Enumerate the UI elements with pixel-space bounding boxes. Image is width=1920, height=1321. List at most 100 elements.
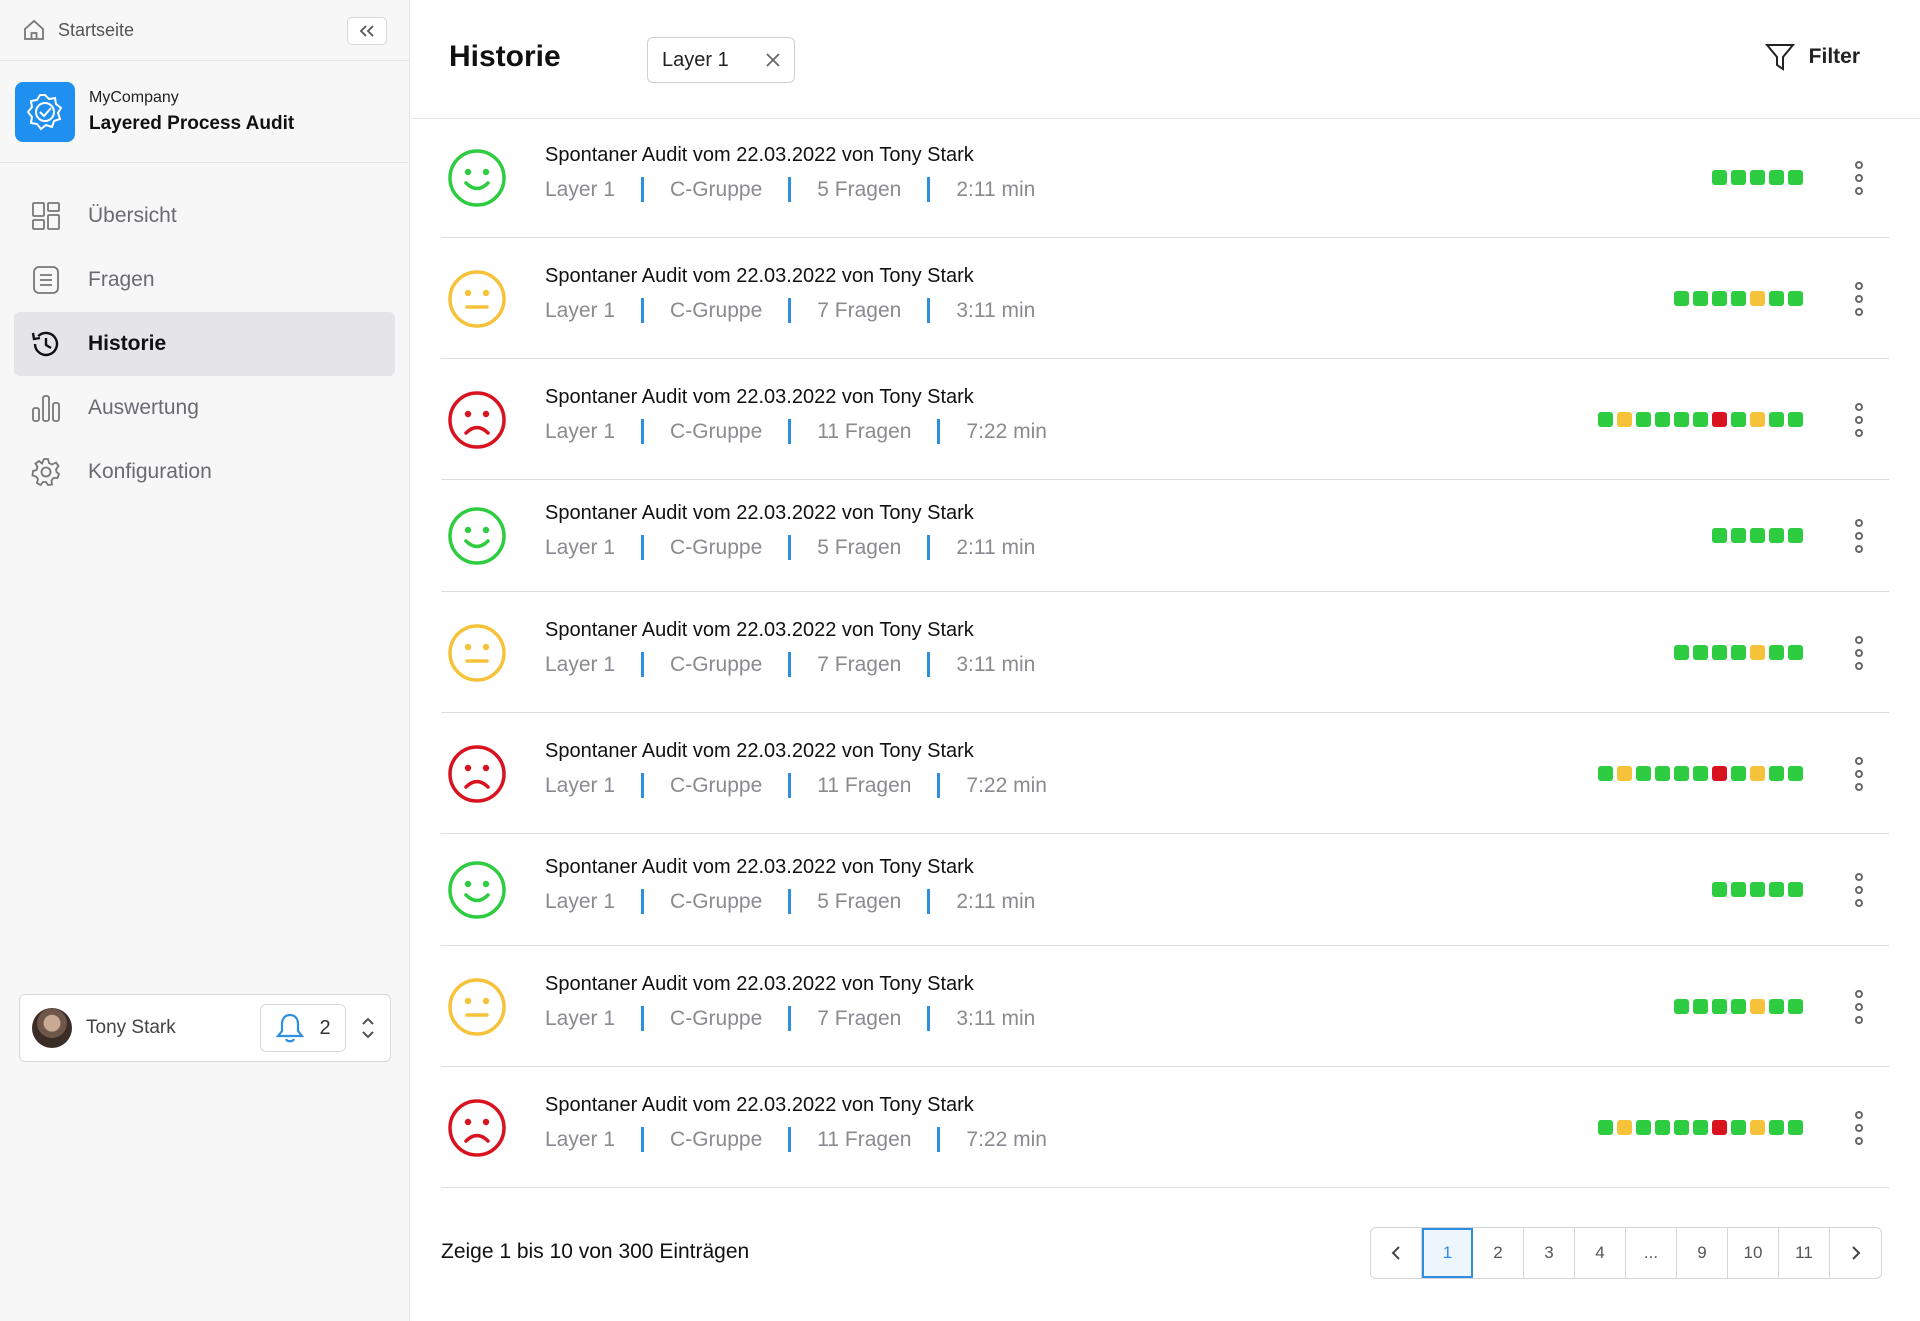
score-dot xyxy=(1674,412,1689,427)
more-options-icon[interactable] xyxy=(1851,757,1867,791)
score-dot xyxy=(1769,170,1784,185)
previous-page-button[interactable] xyxy=(1371,1228,1422,1278)
close-icon[interactable] xyxy=(766,53,780,67)
bell-icon xyxy=(276,1013,305,1043)
audit-duration: 2:11 min xyxy=(956,177,1036,201)
score-dot xyxy=(1655,1120,1670,1135)
audit-title: Spontaner Audit vom 22.03.2022 von Tony … xyxy=(545,386,974,408)
divider xyxy=(788,652,792,677)
next-page-button[interactable] xyxy=(1830,1228,1881,1278)
audit-meta: Layer 1 C-Gruppe 11 Fragen 7:22 min xyxy=(545,419,1047,444)
app-name: Layered Process Audit xyxy=(89,112,295,134)
score-dot xyxy=(1674,999,1689,1014)
audit-group: C-Gruppe xyxy=(670,889,763,913)
page-button[interactable]: 9 xyxy=(1677,1228,1728,1278)
audit-meta: Layer 1 C-Gruppe 5 Fragen 2:11 min xyxy=(545,889,1035,914)
score-dot xyxy=(1788,170,1803,185)
filter-button[interactable]: Filter xyxy=(1764,42,1860,72)
grid-icon xyxy=(30,200,62,232)
happy-face-icon xyxy=(447,506,507,566)
audit-duration: 7:22 min xyxy=(966,419,1047,443)
sidebar-item-auswertung[interactable]: Auswertung xyxy=(14,376,395,440)
page-button[interactable]: ... xyxy=(1626,1228,1677,1278)
audit-meta: Layer 1 C-Gruppe 7 Fragen 3:11 min xyxy=(545,652,1035,677)
score-dot xyxy=(1788,645,1803,660)
sidebar-item-fragen[interactable]: Fragen xyxy=(14,248,395,312)
happy-face-icon xyxy=(447,148,507,208)
notifications-button[interactable]: 2 xyxy=(260,1004,346,1052)
score-dot xyxy=(1674,1120,1689,1135)
score-dot xyxy=(1712,528,1727,543)
score-dot xyxy=(1750,291,1765,306)
score-dot xyxy=(1693,291,1708,306)
more-options-icon[interactable] xyxy=(1851,1111,1867,1145)
divider xyxy=(937,419,941,444)
audit-row[interactable]: Spontaner Audit vom 22.03.2022 von Tony … xyxy=(441,946,1889,1067)
sidebar-item-übersicht[interactable]: Übersicht xyxy=(14,184,395,248)
audit-group: C-Gruppe xyxy=(670,773,763,797)
audit-row[interactable]: Spontaner Audit vom 22.03.2022 von Tony … xyxy=(441,713,1889,834)
score-dot xyxy=(1750,882,1765,897)
audit-info: Spontaner Audit vom 22.03.2022 von Tony … xyxy=(545,265,1035,323)
score-dot xyxy=(1655,766,1670,781)
divider xyxy=(641,1127,645,1152)
divider xyxy=(927,889,931,914)
audit-questions: 5 Fragen xyxy=(817,177,902,201)
audit-meta: Layer 1 C-Gruppe 5 Fragen 2:11 min xyxy=(545,535,1035,560)
page-button[interactable]: 1 xyxy=(1422,1228,1473,1278)
answer-score-indicator xyxy=(1674,645,1803,660)
answer-score-indicator xyxy=(1674,291,1803,306)
collapse-sidebar-button[interactable] xyxy=(347,17,387,45)
score-dot xyxy=(1674,291,1689,306)
audit-meta: Layer 1 C-Gruppe 7 Fragen 3:11 min xyxy=(545,1006,1035,1031)
score-dot xyxy=(1788,412,1803,427)
divider xyxy=(788,1127,792,1152)
audit-row[interactable]: Spontaner Audit vom 22.03.2022 von Tony … xyxy=(441,834,1889,946)
audit-info: Spontaner Audit vom 22.03.2022 von Tony … xyxy=(545,502,1035,560)
home-link[interactable]: Startseite xyxy=(0,0,409,61)
score-dot xyxy=(1731,412,1746,427)
answer-score-indicator xyxy=(1598,766,1803,781)
more-options-icon[interactable] xyxy=(1851,990,1867,1024)
score-dot xyxy=(1750,412,1765,427)
entries-summary: Zeige 1 bis 10 von 300 Einträgen xyxy=(441,1240,750,1263)
answer-score-indicator xyxy=(1712,170,1803,185)
filter-icon xyxy=(1764,44,1795,71)
audit-row[interactable]: Spontaner Audit vom 22.03.2022 von Tony … xyxy=(441,118,1889,238)
audit-layer: Layer 1 xyxy=(545,535,616,559)
divider xyxy=(788,298,792,323)
main-navigation: Übersicht Fragen Historie Auswertung Konfigu… xyxy=(0,163,409,504)
score-dot xyxy=(1731,1120,1746,1135)
score-dot xyxy=(1617,1120,1632,1135)
audit-info: Spontaner Audit vom 22.03.2022 von Tony … xyxy=(545,740,1047,798)
more-options-icon[interactable] xyxy=(1851,636,1867,670)
audit-row[interactable]: Spontaner Audit vom 22.03.2022 von Tony … xyxy=(441,480,1889,592)
audit-row[interactable]: Spontaner Audit vom 22.03.2022 von Tony … xyxy=(441,592,1889,713)
audit-questions: 11 Fragen xyxy=(817,1127,912,1151)
more-options-icon[interactable] xyxy=(1851,519,1867,553)
gear-icon xyxy=(30,456,62,488)
more-options-icon[interactable] xyxy=(1851,403,1867,437)
page-button[interactable]: 10 xyxy=(1728,1228,1779,1278)
score-dot xyxy=(1636,412,1651,427)
sidebar-item-konfiguration[interactable]: Konfiguration xyxy=(14,440,395,504)
sad-face-icon xyxy=(447,744,507,804)
divider xyxy=(788,1006,792,1031)
page-title: Historie xyxy=(449,40,561,73)
audit-row[interactable]: Spontaner Audit vom 22.03.2022 von Tony … xyxy=(441,1067,1889,1188)
page-button[interactable]: 2 xyxy=(1473,1228,1524,1278)
sidebar-item-historie[interactable]: Historie xyxy=(14,312,395,376)
audit-row[interactable]: Spontaner Audit vom 22.03.2022 von Tony … xyxy=(441,238,1889,359)
score-dot xyxy=(1598,766,1613,781)
page-button[interactable]: 3 xyxy=(1524,1228,1575,1278)
user-card[interactable]: Tony Stark 2 xyxy=(19,994,391,1062)
more-options-icon[interactable] xyxy=(1851,282,1867,316)
active-filter-chip[interactable]: Layer 1 xyxy=(647,37,795,83)
divider xyxy=(641,535,645,560)
page-button[interactable]: 4 xyxy=(1575,1228,1626,1278)
page-button[interactable]: 11 xyxy=(1779,1228,1830,1278)
more-options-icon[interactable] xyxy=(1851,161,1867,195)
audit-row[interactable]: Spontaner Audit vom 22.03.2022 von Tony … xyxy=(441,359,1889,480)
user-menu-toggle[interactable] xyxy=(358,1015,378,1041)
more-options-icon[interactable] xyxy=(1851,873,1867,907)
